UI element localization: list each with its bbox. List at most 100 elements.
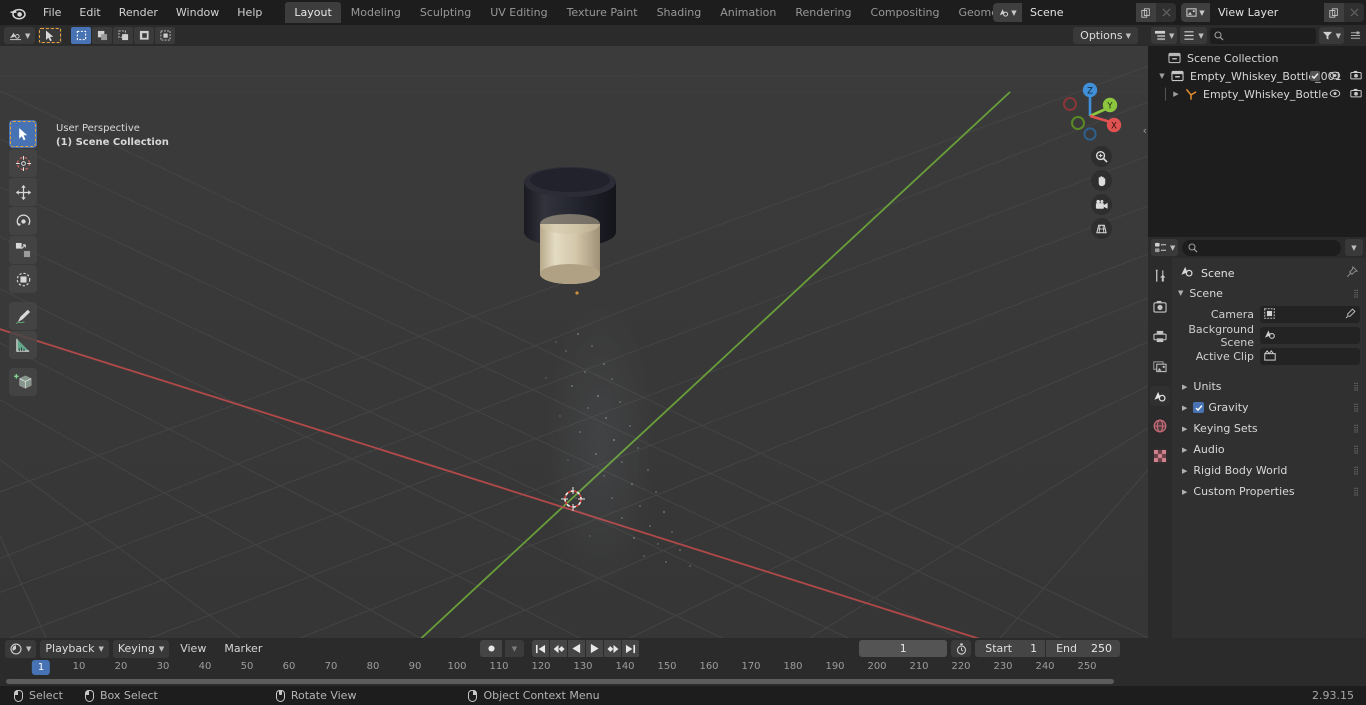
- expander-down-icon[interactable]: ▼: [1156, 72, 1168, 80]
- render-camera-icon[interactable]: [1150, 296, 1170, 316]
- outliner-row-empty-whiskey-bottle[interactable]: │ ▶ Empty_Whiskey_Bottle: [1148, 85, 1366, 103]
- select-intersect-icon[interactable]: [155, 27, 176, 44]
- world-globe-icon[interactable]: [1150, 416, 1170, 436]
- eye-icon[interactable]: [1329, 88, 1341, 101]
- expander-right-icon[interactable]: ▶: [1182, 425, 1187, 433]
- properties-icon[interactable]: ▼: [1151, 239, 1179, 256]
- outliner-row-empty-whiskey-bottle-001[interactable]: ▼ Empty_Whiskey_Bottle_001: [1148, 67, 1366, 85]
- annotate-tool-icon[interactable]: [9, 302, 37, 330]
- active-clip-field[interactable]: [1260, 348, 1360, 365]
- properties-search-input[interactable]: [1182, 239, 1341, 256]
- timeline-icon[interactable]: ▼: [5, 639, 37, 658]
- stopwatch-icon[interactable]: [951, 640, 972, 657]
- tab-shading[interactable]: Shading: [648, 2, 711, 23]
- viewlayer-datablock[interactable]: ▼ View Layer: [1181, 3, 1364, 22]
- images-icon[interactable]: [1150, 356, 1170, 376]
- record-settings-dropdown[interactable]: ▼: [505, 640, 524, 657]
- viewport-options-button[interactable]: Options ▼: [1073, 27, 1138, 44]
- pin-icon[interactable]: [1346, 265, 1359, 281]
- measure-tool-icon[interactable]: [9, 331, 37, 359]
- toggle-perspective-icon[interactable]: [1091, 218, 1112, 239]
- camera-view-icon[interactable]: [1091, 194, 1112, 215]
- camera-field[interactable]: [1260, 306, 1360, 323]
- expander-right-icon[interactable]: ▶: [1182, 383, 1187, 391]
- printer-icon[interactable]: [1150, 326, 1170, 346]
- jump-to-end-button[interactable]: [622, 640, 640, 657]
- add-cube-tool-icon[interactable]: [9, 368, 37, 396]
- expander-right-icon[interactable]: ▶: [1182, 488, 1187, 496]
- timeline-scrollbar[interactable]: [6, 679, 1114, 684]
- tab-uv-editing[interactable]: UV Editing: [481, 2, 556, 23]
- filter-icon[interactable]: ▼: [1318, 27, 1344, 44]
- subpanel-keying-sets[interactable]: ▶ Keying Sets ⣿: [1172, 418, 1366, 439]
- subpanel-gravity[interactable]: ▶ Gravity ⣿: [1172, 397, 1366, 418]
- select-extend-icon[interactable]: [92, 27, 113, 44]
- blender-logo-icon[interactable]: [0, 0, 34, 25]
- playback-dropdown[interactable]: Playback ▼: [40, 639, 109, 658]
- sidebar-toggle-arrow[interactable]: ‹: [1143, 124, 1147, 137]
- scene-name[interactable]: Scene: [1022, 3, 1136, 22]
- next-keyframe-button[interactable]: [604, 640, 622, 657]
- delete-scene-button[interactable]: [1156, 3, 1176, 22]
- viewlayer-icon[interactable]: ▼: [1181, 3, 1210, 22]
- scene-datablock[interactable]: ▼ Scene: [993, 3, 1176, 22]
- subpanel-rigid-body-world[interactable]: ▶ Rigid Body World ⣿: [1172, 460, 1366, 481]
- timeline-menu-view[interactable]: View: [173, 640, 213, 658]
- delete-viewlayer-button[interactable]: [1344, 3, 1364, 22]
- tab-sculpting[interactable]: Sculpting: [411, 2, 480, 23]
- editor-type-icon[interactable]: ▼: [4, 27, 36, 44]
- tab-compositing[interactable]: Compositing: [862, 2, 949, 23]
- transform-tool-icon[interactable]: [9, 265, 37, 293]
- tab-rendering[interactable]: Rendering: [786, 2, 860, 23]
- properties-options-dropdown[interactable]: ▼: [1345, 239, 1363, 256]
- gravity-checkbox[interactable]: [1193, 402, 1205, 413]
- outliner-row-scene-collection[interactable]: Scene Collection: [1148, 49, 1366, 67]
- checker-texture-icon[interactable]: [1150, 446, 1170, 466]
- move-tool-icon[interactable]: [9, 178, 37, 206]
- collection-checkbox[interactable]: [1310, 71, 1320, 81]
- tab-texture-paint[interactable]: Texture Paint: [558, 2, 647, 23]
- outliner-icon[interactable]: ▼: [1151, 27, 1178, 44]
- scene-panel-header[interactable]: ▼ Scene ⣿: [1172, 283, 1366, 303]
- navigation-gizmo[interactable]: Z Y X: [1052, 72, 1122, 142]
- tweak-tool-icon[interactable]: [9, 120, 37, 148]
- select-subtract-icon[interactable]: [113, 27, 134, 44]
- cursor-tool-icon[interactable]: [9, 149, 37, 177]
- new-scene-button[interactable]: [1136, 3, 1156, 22]
- menu-edit[interactable]: Edit: [70, 3, 109, 22]
- expander-right-icon[interactable]: ▶: [1182, 467, 1187, 475]
- new-viewlayer-button[interactable]: [1324, 3, 1344, 22]
- pan-icon[interactable]: [1091, 170, 1112, 191]
- scale-tool-icon[interactable]: [9, 236, 37, 264]
- tab-animation[interactable]: Animation: [711, 2, 785, 23]
- timeline-menu-marker[interactable]: Marker: [217, 640, 269, 658]
- camera-icon[interactable]: [1350, 70, 1362, 83]
- menu-render[interactable]: Render: [110, 3, 167, 22]
- menu-file[interactable]: File: [34, 3, 70, 22]
- playhead[interactable]: 1: [31, 660, 51, 675]
- play-reverse-button[interactable]: [568, 640, 586, 657]
- scene-icon[interactable]: ▼: [993, 3, 1022, 22]
- select-invert-icon[interactable]: [134, 27, 155, 44]
- rotate-tool-icon[interactable]: [9, 207, 37, 235]
- zoom-icon[interactable]: [1091, 146, 1112, 167]
- eyedropper-icon[interactable]: [1345, 307, 1356, 322]
- background-scene-field[interactable]: [1260, 327, 1360, 344]
- viewlayer-name[interactable]: View Layer: [1210, 3, 1324, 22]
- expander-right-icon[interactable]: ▶: [1182, 446, 1187, 454]
- subpanel-custom-properties[interactable]: ▶ Custom Properties ⣿: [1172, 481, 1366, 502]
- timeline-ruler[interactable]: 10 20 30 40 50 60 70 80 90 100 110 120 1…: [0, 659, 1120, 678]
- outliner-search-input[interactable]: [1209, 27, 1316, 44]
- end-frame-input[interactable]: End 250: [1046, 640, 1120, 657]
- expander-right-icon[interactable]: ▶: [1170, 90, 1182, 98]
- panel-expander-icon[interactable]: ▼: [1178, 289, 1183, 297]
- jump-to-start-button[interactable]: [532, 640, 550, 657]
- tab-layout[interactable]: Layout: [285, 2, 341, 23]
- select-new-icon[interactable]: [71, 27, 92, 44]
- play-button[interactable]: [586, 640, 604, 657]
- tab-modeling[interactable]: Modeling: [342, 2, 410, 23]
- outliner-options-icon[interactable]: [1347, 27, 1363, 44]
- current-frame-input[interactable]: 1: [859, 640, 948, 657]
- outliner-display-mode[interactable]: ▼: [1180, 27, 1207, 44]
- subpanel-audio[interactable]: ▶ Audio ⣿: [1172, 439, 1366, 460]
